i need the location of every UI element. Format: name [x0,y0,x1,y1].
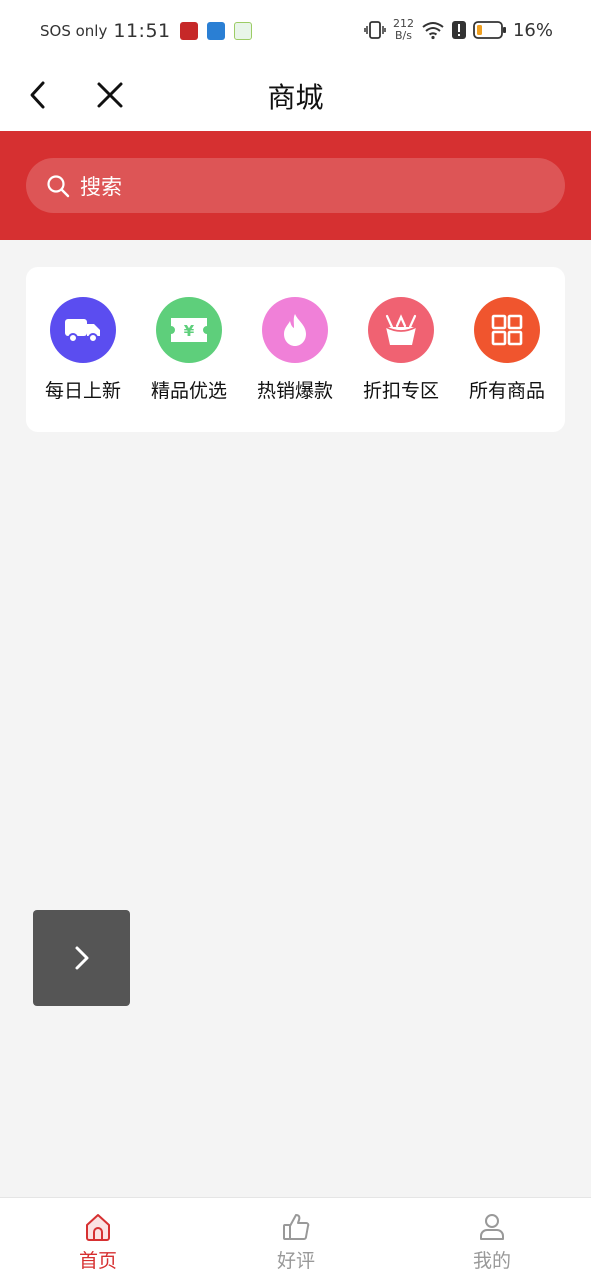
category-card: 每日上新 ¥ 精品优选 热销爆款 折扣专区 所有商品 [26,267,565,432]
search-placeholder: 搜索 [80,174,122,199]
home-icon [86,1214,110,1241]
tab-reviews[interactable]: 好评 [236,1212,356,1273]
bottom-tab-bar: 首页 好评 我的 [0,1197,591,1280]
grid-icon [491,314,523,346]
category-circle [474,297,540,363]
app-notification-icon [179,22,198,40]
status-left: SOS only 11:51 [40,20,252,42]
category-circle [50,297,116,363]
floating-next-button[interactable] [33,910,130,1006]
tab-label: 好评 [276,1250,315,1272]
category-discount[interactable]: 折扣专区 [348,297,454,403]
wifi-icon [422,22,444,40]
tab-label: 我的 [472,1250,511,1272]
thumbs-up-icon [283,1214,310,1240]
alert-icon [451,21,466,39]
svg-text:¥: ¥ [184,322,195,340]
translate-notification-icon [206,22,225,40]
chevron-right-icon [75,946,88,970]
page-title: 商城 [267,81,324,114]
header-banner: 搜索 [0,131,591,240]
wechat-notification-icon [233,22,252,40]
status-right: 212 B/s 16% [364,18,553,42]
clock-time: 11:51 [113,20,171,42]
tab-label: 首页 [78,1250,117,1272]
category-label: 折扣专区 [362,380,439,402]
basket-icon [385,314,417,345]
battery: 16% [473,20,553,41]
category-label: 热销爆款 [256,380,333,402]
user-icon [480,1214,504,1240]
battery-percent: 16% [512,19,553,41]
flame-icon [284,314,306,346]
category-all-products[interactable]: 所有商品 [454,297,560,403]
network-speed: 212 B/s [393,18,414,42]
category-circle: ¥ [156,297,222,363]
vibrate-icon [364,21,386,39]
tab-home[interactable]: 首页 [38,1212,158,1273]
category-premium[interactable]: ¥ 精品优选 [136,297,242,403]
carrier-text: SOS only [40,22,108,40]
battery-icon [473,21,506,39]
network-speed-unit: B/s [394,29,412,42]
shop-screen: SOS only 11:51 212 B/s 16% 商城 搜索 每日上新 ¥ … [0,0,591,1280]
category-hot-sale[interactable]: 热销爆款 [242,297,348,403]
category-label: 精品优选 [150,380,227,402]
category-circle [262,297,328,363]
truck-icon [65,319,100,343]
tab-profile[interactable]: 我的 [432,1212,552,1273]
category-daily-new[interactable]: 每日上新 [30,297,136,403]
category-label: 所有商品 [468,380,545,402]
category-label: 每日上新 [44,380,121,402]
category-circle [368,297,434,363]
search-input[interactable]: 搜索 [26,158,565,213]
search-icon [47,174,70,197]
status-bar: SOS only 11:51 212 B/s 16% [0,0,591,66]
ticket-icon: ¥ [171,318,207,342]
nav-bar: 商城 [0,66,591,131]
